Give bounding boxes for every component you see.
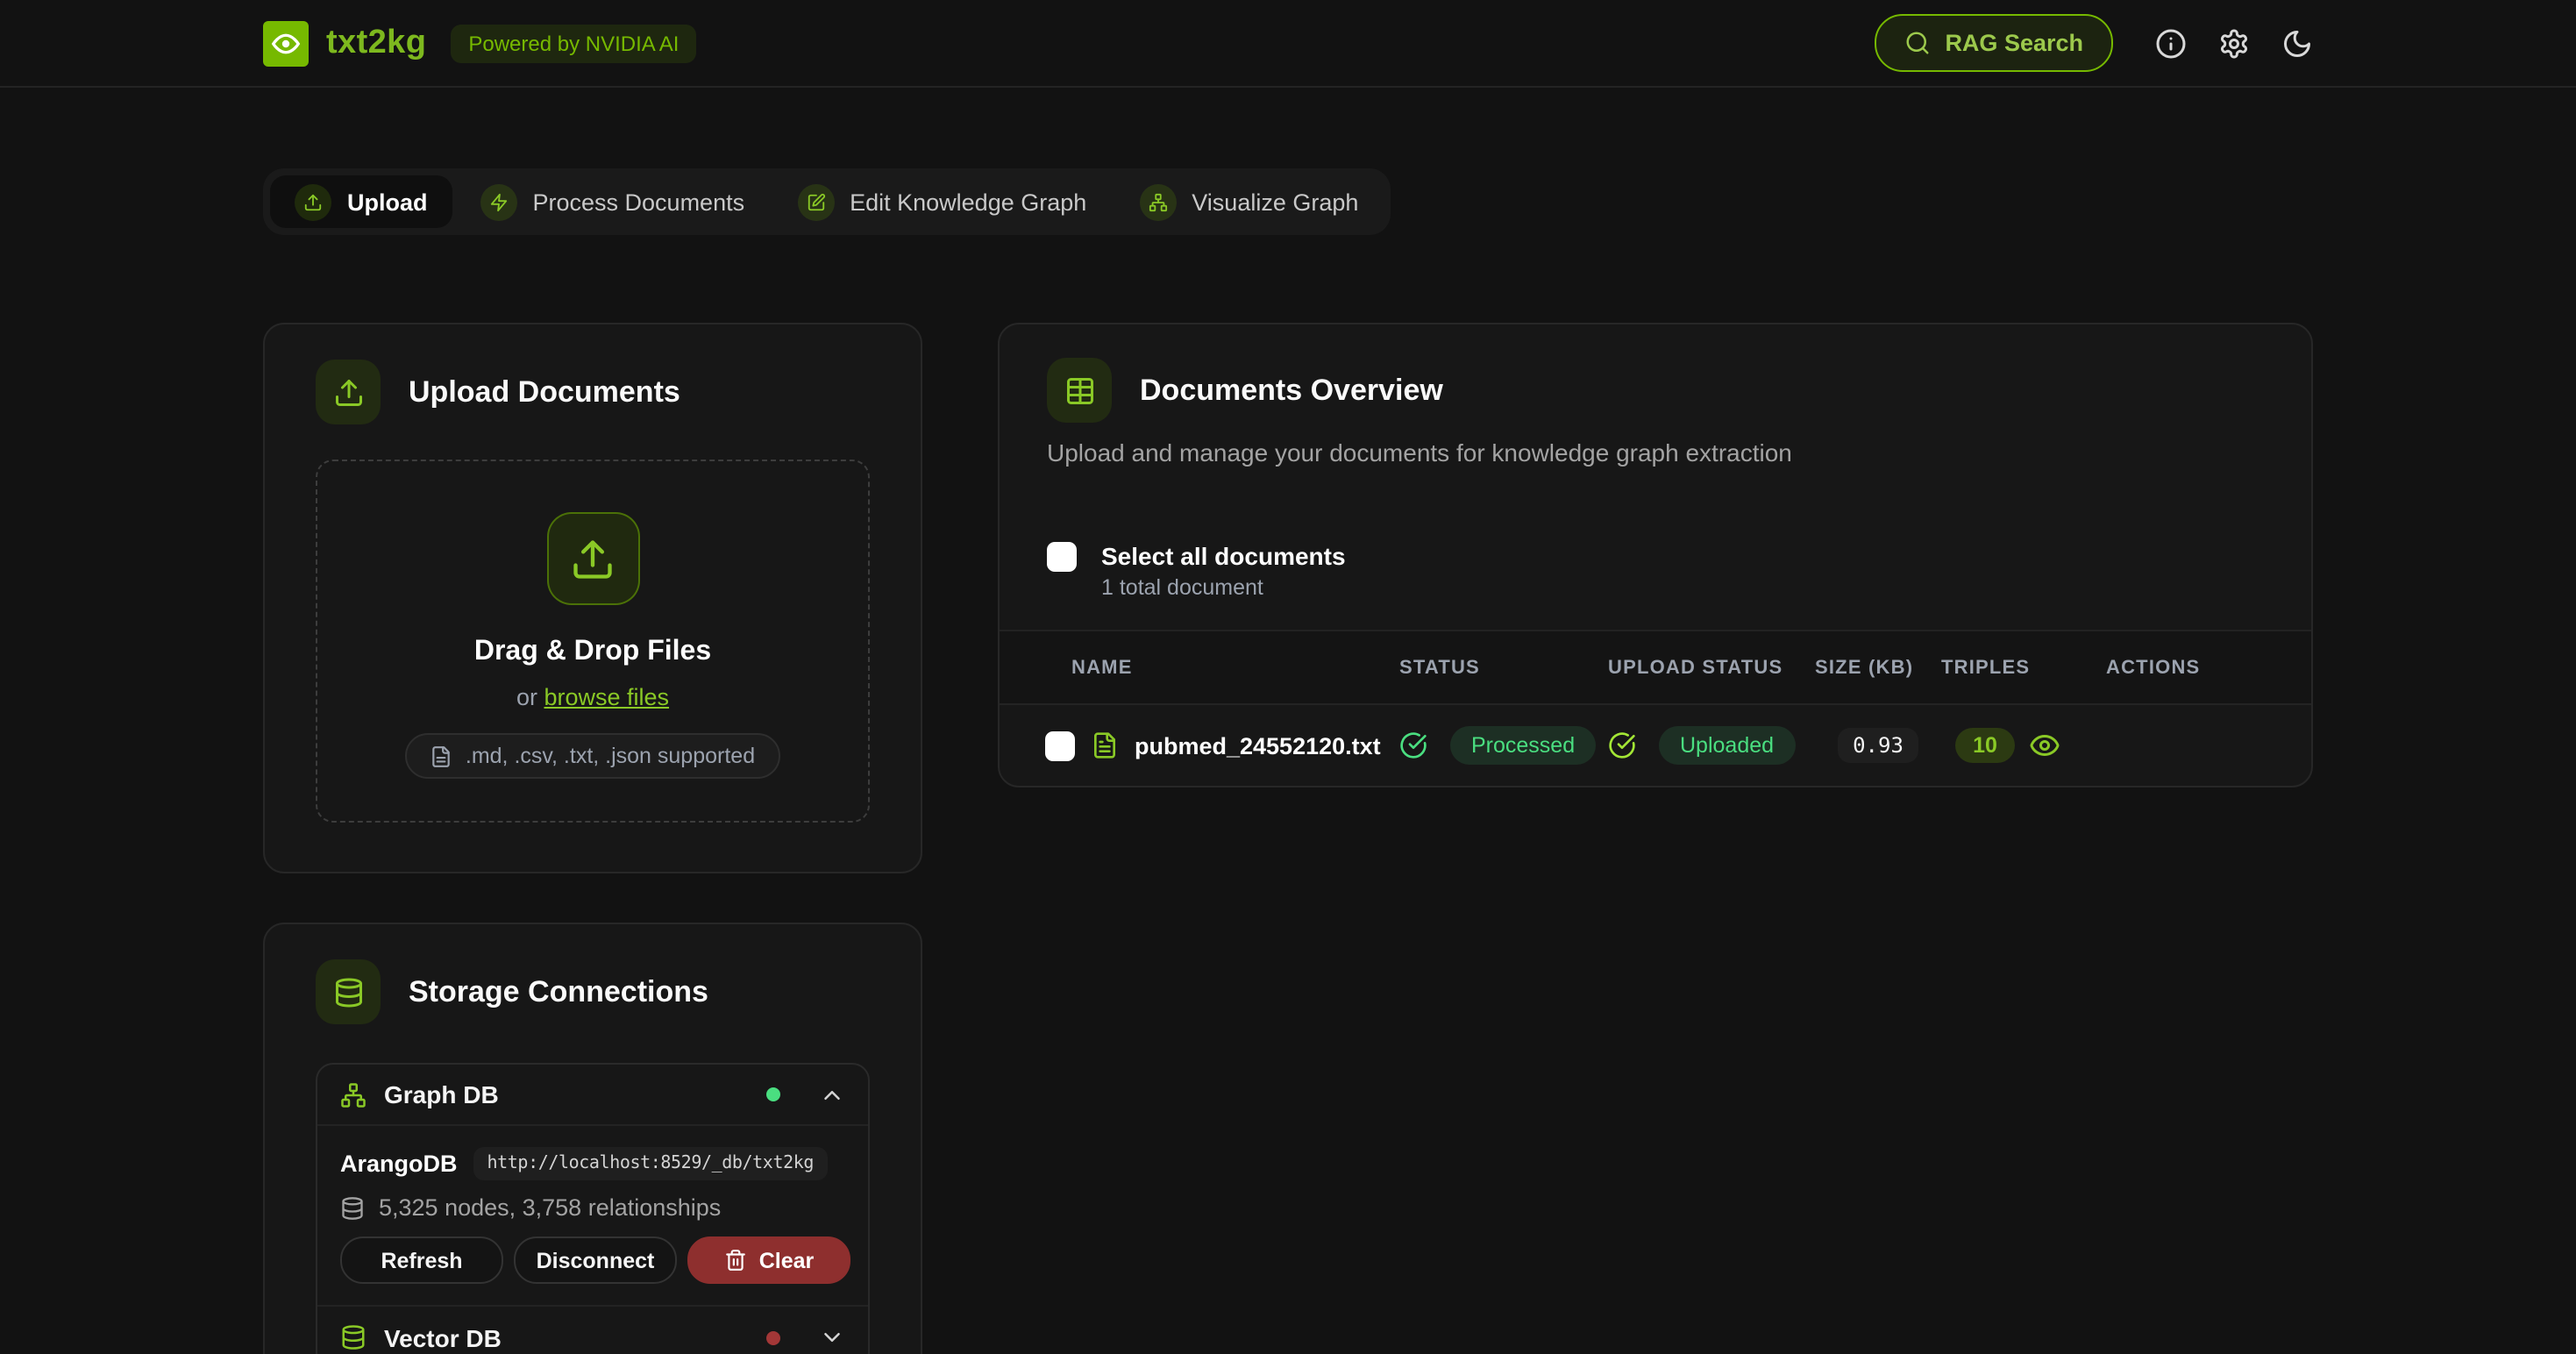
- tab-label: Edit Knowledge Graph: [850, 189, 1086, 215]
- upload-icon: [316, 360, 381, 424]
- storage-connections-card: Storage Connections Graph DB: [263, 923, 922, 1354]
- table-row: pubmed_24552120.txt Processed: [1000, 705, 2311, 786]
- vector-db-status-dot: [766, 1330, 780, 1344]
- table-icon: [1047, 358, 1112, 423]
- supported-formats-text: .md, .csv, .txt, .json supported: [466, 744, 755, 768]
- database-icon: [340, 1195, 365, 1220]
- column-header-actions: ACTIONS: [2106, 657, 2311, 678]
- app-root: txt2kg Powered by NVIDIA AI RAG Search: [0, 0, 2576, 1354]
- db-stats-row: 5,325 nodes, 3,758 relationships: [340, 1194, 850, 1221]
- gear-icon: [2218, 27, 2250, 59]
- graph-db-label: Graph DB: [384, 1080, 749, 1108]
- info-button[interactable]: [2155, 27, 2187, 59]
- graph-db-body: ArangoDB http://localhost:8529/_db/txt2k…: [317, 1126, 868, 1305]
- header-actions: RAG Search: [1875, 14, 2313, 72]
- check-circle-icon: [1399, 731, 1427, 759]
- db-connection-url: http://localhost:8529/_db/txt2kg: [473, 1147, 829, 1180]
- table-header-row: NAME STATUS UPLOAD STATUS SIZE (KB) TRIP…: [1000, 630, 2311, 705]
- main-content: Upload Process Documents Edit Knowledge …: [0, 88, 2576, 1354]
- database-icon: [340, 1324, 366, 1350]
- graph-db-header[interactable]: Graph DB: [317, 1065, 868, 1126]
- tab-label: Process Documents: [533, 189, 745, 215]
- nvidia-logo-icon: [263, 20, 309, 66]
- refresh-button[interactable]: Refresh: [340, 1236, 503, 1284]
- upload-card-title: Upload Documents: [409, 374, 680, 410]
- browse-files-link[interactable]: browse files: [544, 684, 669, 710]
- dropzone-subtitle: or browse files: [516, 684, 669, 710]
- rag-search-button[interactable]: RAG Search: [1875, 14, 2113, 72]
- tab-edit-knowledge-graph[interactable]: Edit Knowledge Graph: [772, 175, 1111, 228]
- select-all-checkbox[interactable]: [1047, 542, 1077, 572]
- view-document-button[interactable]: [2029, 730, 2060, 761]
- clear-label: Clear: [759, 1248, 815, 1272]
- eye-icon: [2029, 730, 2060, 761]
- column-header-upload-status: UPLOAD STATUS: [1608, 657, 1815, 678]
- supported-formats-pill: .md, .csv, .txt, .json supported: [406, 733, 779, 779]
- graph-db-status-dot: [766, 1087, 780, 1101]
- vector-db-label: Vector DB: [384, 1323, 749, 1351]
- column-header-size: SIZE (KB): [1815, 657, 1941, 678]
- lightning-icon: [480, 183, 517, 220]
- select-all-label: Select all documents: [1101, 542, 1346, 572]
- disconnect-button[interactable]: Disconnect: [514, 1236, 677, 1284]
- total-documents-label: 1 total document: [1101, 575, 1346, 600]
- chevron-up-icon: [819, 1081, 845, 1108]
- db-connections-panel: Graph DB ArangoDB http://localhost:8529/…: [316, 1063, 870, 1354]
- clear-button[interactable]: Clear: [687, 1236, 850, 1284]
- row-checkbox[interactable]: [1045, 730, 1075, 760]
- column-header-triples: TRIPLES: [1941, 657, 2106, 678]
- status-badge: Processed: [1450, 726, 1596, 765]
- size-value: 0.93: [1837, 728, 1919, 763]
- search-icon: [1904, 30, 1931, 56]
- column-header-name: NAME: [1071, 657, 1399, 678]
- database-icon: [316, 959, 381, 1024]
- check-circle-icon: [1608, 731, 1636, 759]
- rag-search-label: RAG Search: [1945, 30, 2083, 56]
- top-header: txt2kg Powered by NVIDIA AI RAG Search: [0, 0, 2576, 88]
- powered-by-badge: Powered by NVIDIA AI: [451, 24, 696, 62]
- chevron-down-icon: [819, 1324, 845, 1350]
- info-icon: [2155, 27, 2187, 59]
- storage-card-title: Storage Connections: [409, 974, 708, 1009]
- upload-status-badge: Uploaded: [1659, 726, 1795, 765]
- file-text-icon: [1091, 731, 1119, 759]
- triples-count-badge: 10: [1955, 728, 2015, 763]
- graph-icon: [1139, 183, 1176, 220]
- tab-bar: Upload Process Documents Edit Knowledge …: [263, 168, 1390, 235]
- file-icon: [431, 745, 453, 767]
- tab-label: Upload: [347, 189, 428, 215]
- app-title: txt2kg: [326, 24, 426, 62]
- tab-process-documents[interactable]: Process Documents: [456, 175, 770, 228]
- settings-button[interactable]: [2218, 27, 2250, 59]
- db-provider-name: ArangoDB: [340, 1151, 458, 1177]
- tab-label: Visualize Graph: [1192, 189, 1358, 215]
- upload-documents-card: Upload Documents Drag & Drop Files or br…: [263, 323, 922, 873]
- documents-card-subtitle: Upload and manage your documents for kno…: [1047, 438, 2264, 467]
- moon-icon: [2281, 27, 2313, 59]
- trash-icon: [724, 1249, 747, 1272]
- documents-card-title: Documents Overview: [1140, 373, 1443, 408]
- or-text: or: [516, 684, 544, 710]
- dropzone-title: Drag & Drop Files: [474, 637, 711, 668]
- edit-icon: [797, 183, 834, 220]
- upload-icon: [295, 183, 331, 220]
- db-stats-text: 5,325 nodes, 3,758 relationships: [379, 1194, 721, 1221]
- column-header-status: STATUS: [1399, 657, 1608, 678]
- vector-db-header[interactable]: Vector DB: [317, 1305, 868, 1354]
- tab-upload[interactable]: Upload: [270, 175, 452, 228]
- dropzone[interactable]: Drag & Drop Files or browse files .md, .…: [316, 460, 870, 823]
- brand: txt2kg Powered by NVIDIA AI: [263, 20, 696, 66]
- tab-visualize-graph[interactable]: Visualize Graph: [1114, 175, 1383, 228]
- document-filename: pubmed_24552120.txt: [1135, 732, 1381, 759]
- upload-icon: [546, 512, 639, 605]
- theme-toggle-button[interactable]: [2281, 27, 2313, 59]
- graph-icon: [340, 1081, 366, 1108]
- documents-overview-card: Documents Overview Upload and manage you…: [998, 323, 2313, 787]
